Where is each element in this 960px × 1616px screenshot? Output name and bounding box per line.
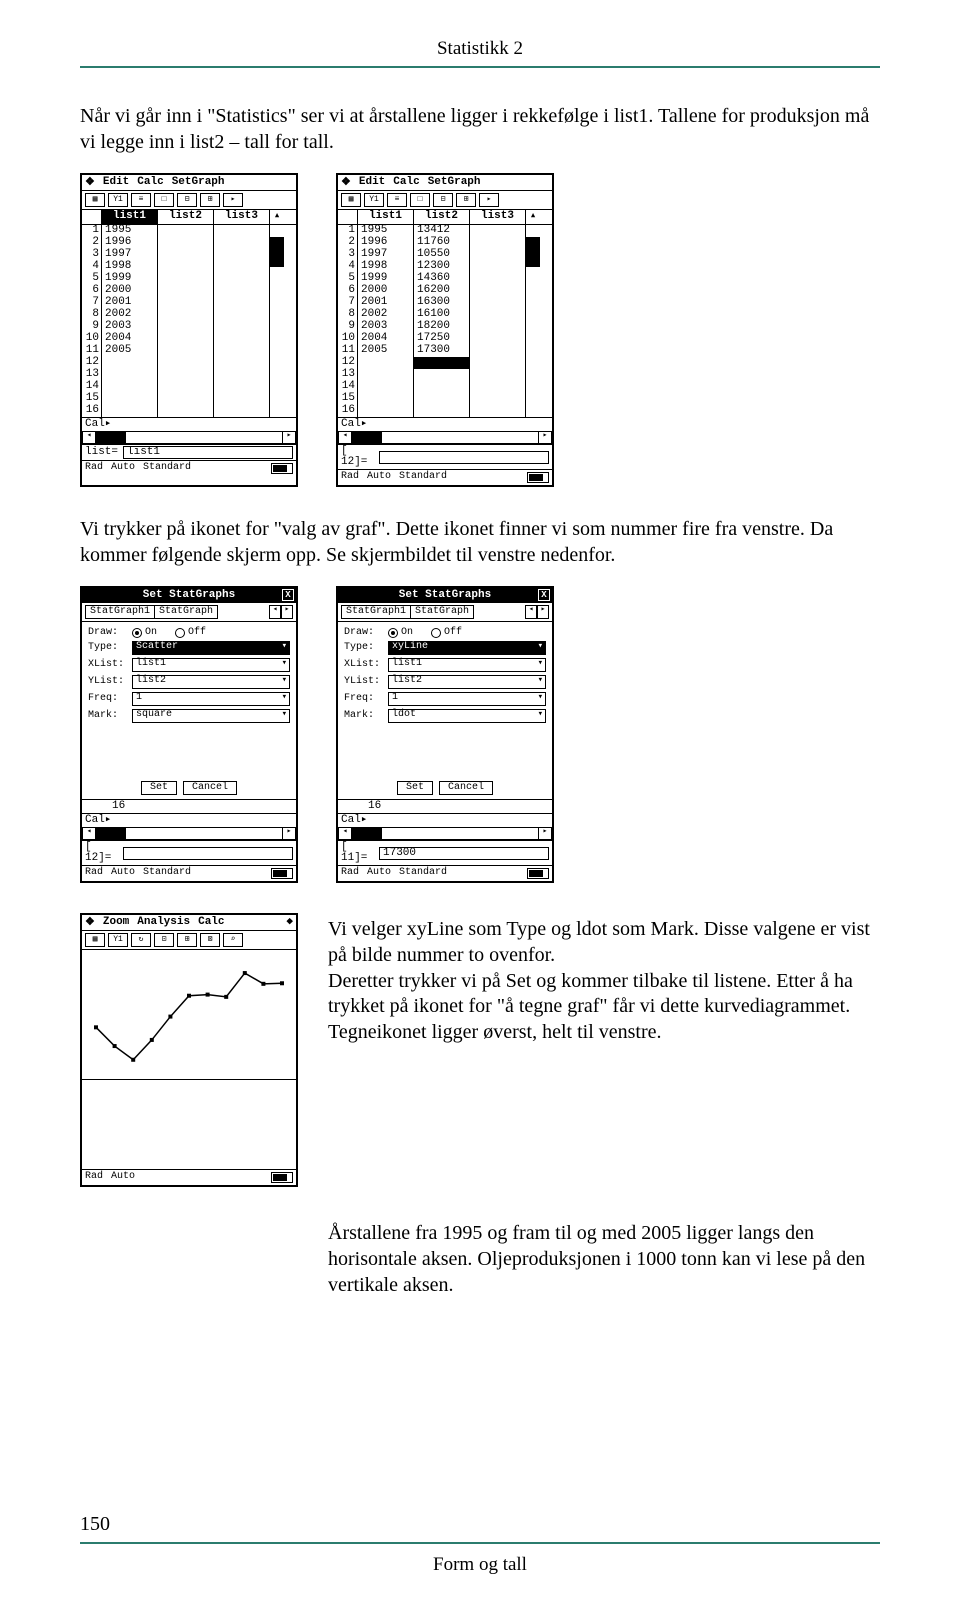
calc-plot-screen: ❖ Zoom Analysis Calc ◆ ▦Y1 ↻⊡ ⊞⊠ ⌕ RadAu… — [80, 913, 298, 1187]
menu-calc[interactable]: Calc — [137, 177, 163, 188]
footer-label: Form og tall — [80, 1554, 880, 1576]
vertical-scrollbar[interactable] — [270, 225, 284, 417]
set-button[interactable]: Set — [397, 781, 433, 795]
tab-left-icon[interactable]: ◂ — [269, 605, 281, 619]
paragraph-1: Når vi går inn i "Statistics" ser vi at … — [80, 104, 880, 155]
calc-list-screen-2: ❖ Edit Calc SetGraph ▦Y1 ≡□ ⊟⊞ ▸ list1 l… — [336, 173, 554, 487]
close-icon[interactable]: X — [538, 589, 550, 601]
listeq-label: list= — [85, 447, 123, 458]
paragraph-3: Vi velger xyLine som Type og ldot som Ma… — [328, 913, 880, 1045]
radio-on[interactable] — [132, 628, 142, 638]
plot-lower-pane — [82, 1080, 296, 1170]
list2-values[interactable]: 134121176010550 123001436016200 16300161… — [414, 225, 470, 417]
col-header-list2[interactable]: list2 — [158, 210, 214, 224]
menu-calc[interactable]: Calc — [198, 917, 224, 928]
page-number: 150 — [80, 1513, 880, 1536]
row-numbers: 12345678 910111213141516 — [82, 225, 102, 417]
dialog-title: Set StatGraphs X — [82, 588, 296, 603]
chart-svg — [82, 950, 296, 1080]
mark-dropdown[interactable]: square — [132, 709, 290, 723]
menu-chevron-icon: ❖ — [341, 177, 351, 188]
paragraph-2: Vi trykker på ikonet for "valg av graf".… — [80, 517, 880, 568]
calc-toolbar[interactable]: ▦Y1 ≡□ ⊟⊞ ▸ — [338, 191, 552, 210]
close-icon[interactable]: X — [282, 589, 294, 601]
tab-statgraph1[interactable]: StatGraph1 — [85, 605, 155, 619]
menu-analysis[interactable]: Analysis — [137, 917, 190, 928]
blank-and-text-row: Årstallene fra 1995 og fram til og med 2… — [80, 1217, 880, 1316]
statgraph-dialog-2: Set StatGraphs X StatGraph1 StatGraph ◂▸… — [336, 586, 554, 883]
tool-icon-2[interactable]: Y1 — [108, 193, 128, 207]
footer-rule — [80, 1542, 880, 1544]
diamond-icon: ◆ — [286, 917, 293, 928]
list2-column[interactable] — [158, 225, 214, 417]
list1-column[interactable]: 199519961997 199819992000 200120022003 2… — [102, 225, 158, 417]
xy-line-plot — [82, 950, 296, 1080]
selected-cell[interactable] — [414, 357, 469, 369]
type-dropdown[interactable]: Scatter — [132, 641, 290, 655]
calc-toolbar[interactable]: ▦ Y1 ≡ □ ⊟ ⊞ ▸ — [82, 191, 296, 210]
page-header: Statistikk 2 — [80, 0, 880, 60]
menu-zoom[interactable]: Zoom — [103, 917, 129, 928]
tool-icon-3[interactable]: ≡ — [131, 193, 151, 207]
tool-icon-1[interactable]: ▦ — [85, 193, 105, 207]
menu-setgraph[interactable]: SetGraph — [172, 177, 225, 188]
horizontal-scrollbar[interactable]: ◂▸ — [82, 432, 296, 445]
scroll-up-icon[interactable]: ▴ — [270, 210, 284, 224]
listeq-field[interactable]: list1 — [123, 446, 293, 459]
cancel-button[interactable]: Cancel — [439, 781, 493, 795]
statgraph-dialog-1: Set StatGraphs X StatGraph1 StatGraph ◂▸… — [80, 586, 298, 883]
menu-edit[interactable]: Edit — [103, 177, 129, 188]
col-header-list1[interactable]: list1 — [102, 210, 158, 224]
calc-menubar[interactable]: ❖ Edit Calc SetGraph — [338, 175, 552, 191]
freq-dropdown[interactable]: 1 — [132, 692, 290, 706]
plot-toolbar[interactable]: ▦Y1 ↻⊡ ⊞⊠ ⌕ — [82, 931, 296, 950]
cancel-button[interactable]: Cancel — [183, 781, 237, 795]
tool-icon-7[interactable]: ▸ — [223, 193, 243, 207]
paragraph-4: Årstallene fra 1995 og fram til og med 2… — [328, 1217, 880, 1298]
menu-chevron-icon: ❖ — [85, 177, 95, 188]
set-button[interactable]: Set — [141, 781, 177, 795]
tool-icon-5[interactable]: ⊟ — [177, 193, 197, 207]
screenshots-row-2: Set StatGraphs X StatGraph1 StatGraph ◂▸… — [80, 586, 880, 883]
list3-column[interactable] — [214, 225, 270, 417]
calc-menubar[interactable]: ❖ Edit Calc SetGraph — [82, 175, 296, 191]
tab-right-icon[interactable]: ▸ — [281, 605, 293, 619]
cal-label[interactable]: Cal▸ — [85, 419, 123, 430]
xlist-dropdown[interactable]: list1 — [132, 658, 290, 672]
calc-list-screen-1: ❖ Edit Calc SetGraph ▦ Y1 ≡ □ ⊟ ⊞ ▸ list… — [80, 173, 298, 487]
tab-statgraph2[interactable]: StatGraph — [155, 605, 218, 619]
plot-menubar[interactable]: ❖ Zoom Analysis Calc ◆ — [82, 915, 296, 931]
col-header-list3[interactable]: list3 — [214, 210, 270, 224]
plot-and-text-row: ❖ Zoom Analysis Calc ◆ ▦Y1 ↻⊡ ⊞⊠ ⌕ RadAu… — [80, 913, 880, 1187]
status-bar: RadAutoStandard — [82, 461, 296, 476]
ylist-dropdown[interactable]: list2 — [132, 675, 290, 689]
screenshots-row-1: ❖ Edit Calc SetGraph ▦ Y1 ≡ □ ⊟ ⊞ ▸ list… — [80, 173, 880, 487]
header-rule — [80, 66, 880, 68]
tool-icon-4[interactable]: □ — [154, 193, 174, 207]
battery-icon — [271, 463, 293, 474]
radio-off[interactable] — [175, 628, 185, 638]
menu-chevron-icon: ❖ — [85, 917, 95, 928]
tool-icon-6[interactable]: ⊞ — [200, 193, 220, 207]
